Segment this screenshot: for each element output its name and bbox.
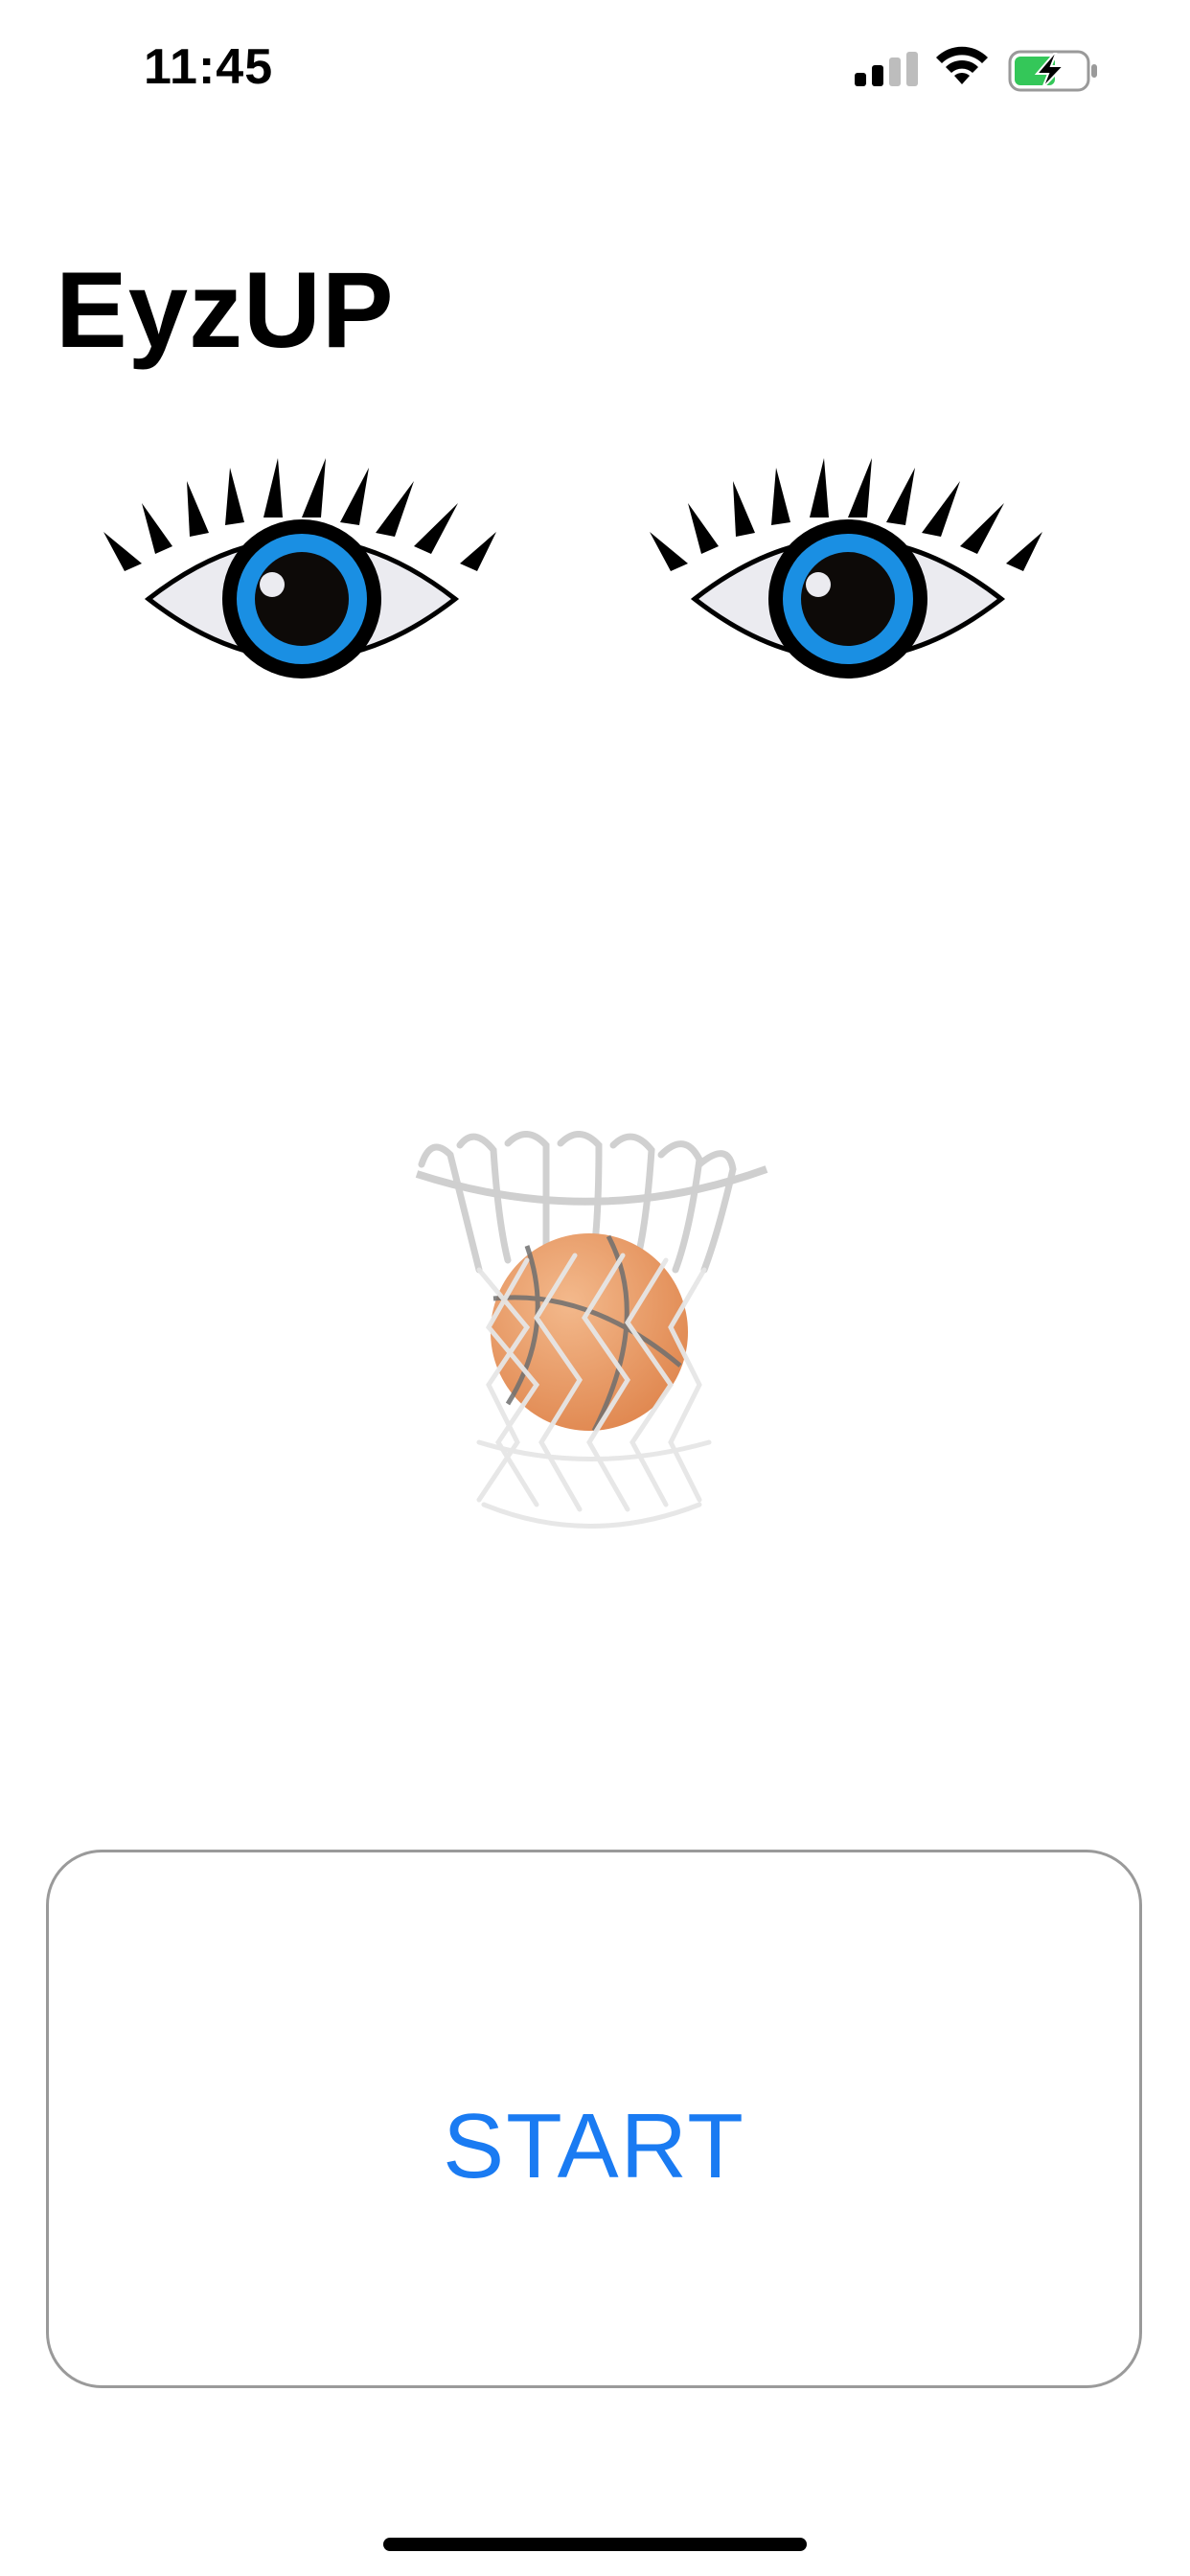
- cellular-signal-icon: [855, 52, 918, 86]
- home-indicator[interactable]: [383, 2538, 807, 2551]
- basketball-hoop-icon: [415, 1131, 768, 1529]
- start-button-label: START: [443, 2095, 745, 2197]
- status-bar: 11:45: [0, 0, 1190, 144]
- start-button[interactable]: START: [46, 1850, 1142, 2388]
- right-eye-icon: [650, 458, 1042, 678]
- status-icons: [855, 46, 1104, 94]
- battery-charging-icon: [1008, 50, 1097, 92]
- status-time: 11:45: [144, 39, 274, 95]
- left-eye-icon: [103, 458, 496, 678]
- app-title: EyzUP: [56, 250, 395, 370]
- wifi-icon: [936, 46, 988, 84]
- eyes-illustration: [96, 441, 1092, 700]
